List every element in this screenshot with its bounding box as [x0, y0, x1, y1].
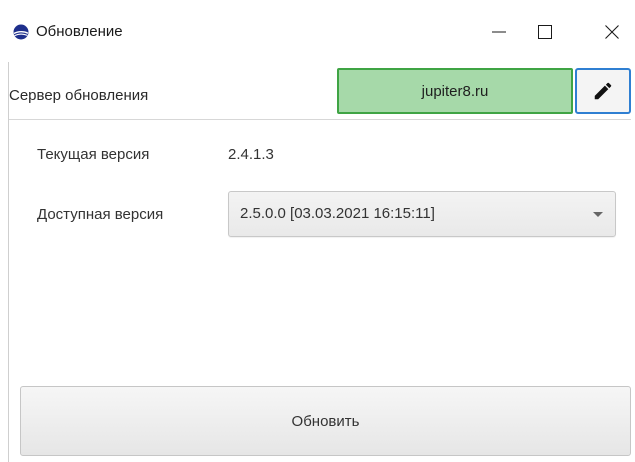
- available-version-label: Доступная версия: [37, 206, 164, 223]
- close-icon: [605, 25, 619, 39]
- minimize-button[interactable]: [476, 12, 522, 52]
- window-title: Обновление: [36, 23, 123, 40]
- close-button[interactable]: [589, 12, 635, 52]
- edit-server-button[interactable]: [575, 68, 631, 114]
- server-label: Сервер обновления: [9, 87, 149, 104]
- available-version-select[interactable]: 2.5.0.0 [03.03.2021 16:15:11]: [228, 191, 616, 237]
- current-version-label: Текущая версия: [37, 146, 150, 163]
- update-button[interactable]: Обновить: [20, 386, 631, 456]
- server-field[interactable]: jupiter8.ru: [337, 68, 573, 114]
- update-window: Обновление Сервер обновления jupiter8.ru: [0, 0, 635, 462]
- maximize-icon: [538, 25, 552, 39]
- pencil-icon: [594, 82, 612, 100]
- available-version-selected: 2.5.0.0 [03.03.2021 16:15:11]: [240, 205, 435, 222]
- maximize-button[interactable]: [522, 12, 568, 52]
- minimize-icon: [492, 31, 506, 33]
- window-left-border: [8, 60, 9, 462]
- chevron-down-icon: [593, 212, 603, 217]
- update-button-label: Обновить: [291, 412, 360, 430]
- header-divider: [9, 119, 631, 120]
- current-version-value: 2.4.1.3: [228, 146, 274, 163]
- app-sphere-icon: [13, 24, 29, 40]
- title-bar[interactable]: Обновление: [0, 0, 635, 62]
- server-row: Сервер обновления jupiter8.ru: [0, 62, 635, 118]
- server-value: jupiter8.ru: [421, 82, 489, 100]
